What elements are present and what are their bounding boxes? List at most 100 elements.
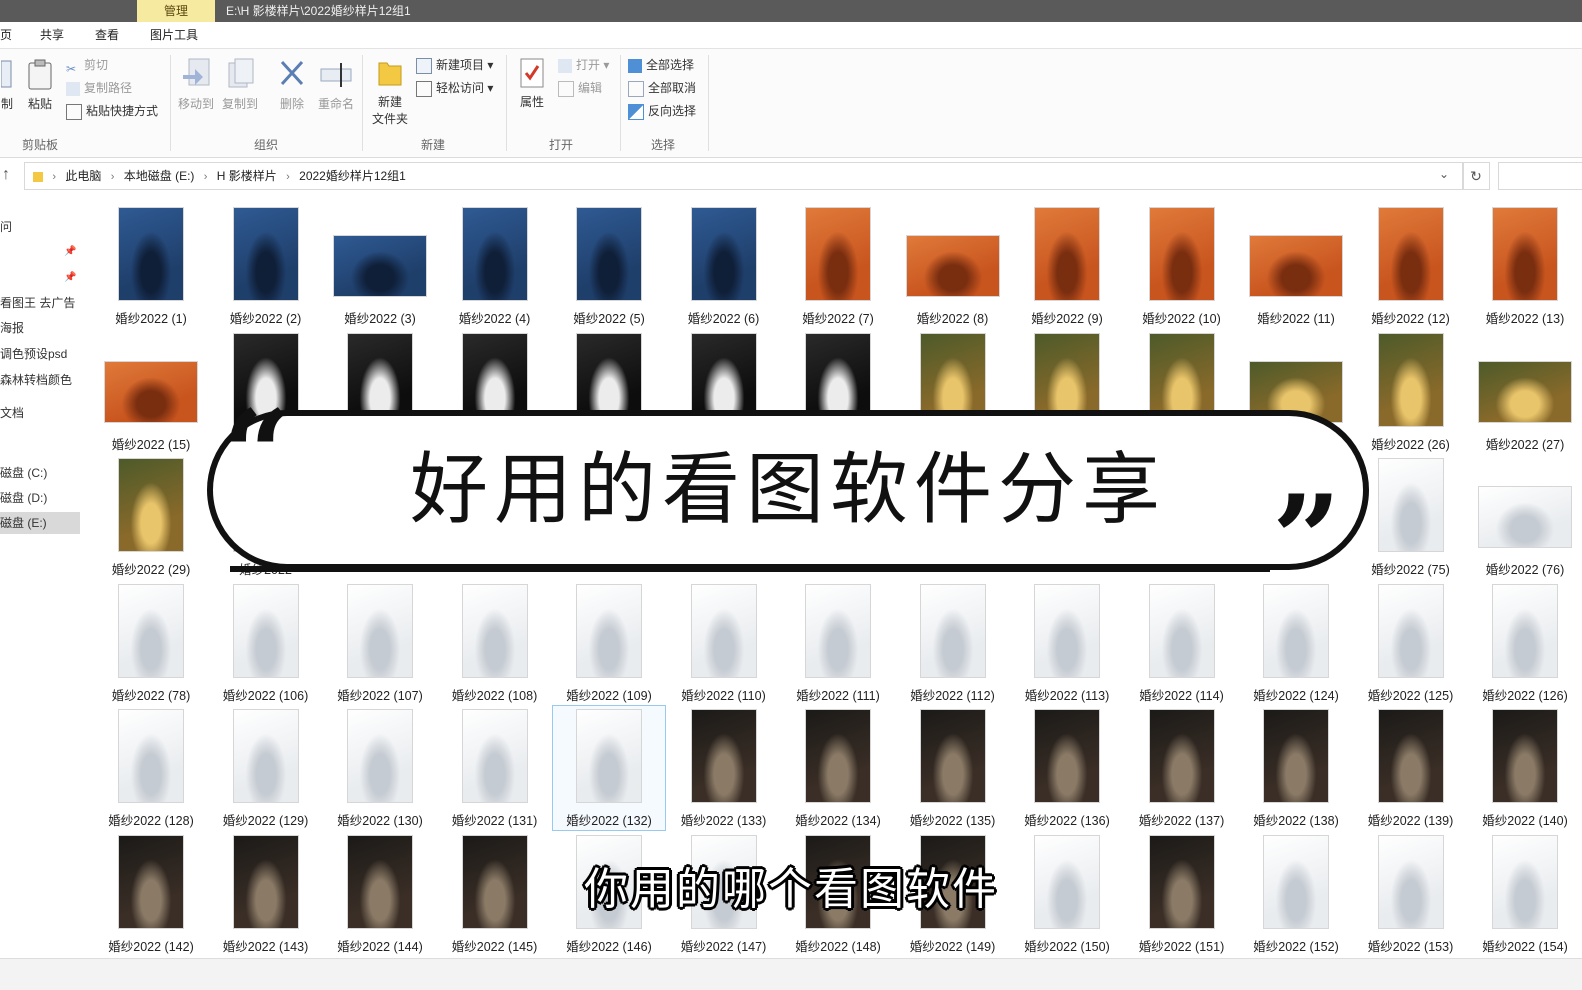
thumbnail-item[interactable]: 婚纱2022 (128) xyxy=(95,706,207,830)
search-input[interactable] xyxy=(1498,162,1582,190)
group-divider xyxy=(708,55,709,151)
thumbnail-item[interactable]: 婚纱2022 (7) xyxy=(782,204,894,328)
select-none-button[interactable]: 全部取消 xyxy=(628,78,696,98)
thumbnail-item[interactable]: 婚纱2022 (126) xyxy=(1469,581,1581,705)
thumbnail-item[interactable]: 婚纱2022 (12) xyxy=(1355,204,1467,328)
thumbnail-item[interactable]: 婚纱2022 (75) xyxy=(1355,455,1467,579)
thumbnail-item[interactable]: 婚纱2022 (108) xyxy=(439,581,551,705)
invert-selection-button[interactable]: 反向选择 xyxy=(628,101,696,121)
ribbon: 制 粘贴 ✂ 剪切 复制路径 粘贴快捷方式 剪贴板 移动到 复制到 删除 重命名 … xyxy=(0,49,1582,158)
tab-home[interactable]: 页 xyxy=(0,22,12,48)
nav-item-drive-e[interactable]: 磁盘 (E:) xyxy=(0,512,80,534)
thumbnail-item[interactable]: 婚纱2022 (130) xyxy=(324,706,436,830)
breadcrumb-this-pc[interactable]: 此电脑 xyxy=(65,169,101,183)
thumbnail-item[interactable]: 婚纱2022 (112) xyxy=(897,581,1009,705)
thumbnail-image xyxy=(233,208,298,300)
thumbnail-item[interactable]: 婚纱2022 (138) xyxy=(1240,706,1352,830)
tab-share[interactable]: 共享 xyxy=(40,22,64,48)
thumbnail-item[interactable]: 婚纱2022 (136) xyxy=(1011,706,1123,830)
up-arrow-icon[interactable]: ↑ xyxy=(2,166,10,184)
status-bar xyxy=(0,958,1582,990)
thumbnail-item[interactable]: 婚纱2022 (8) xyxy=(897,204,1009,328)
new-folder-button[interactable]: 新建 文件夹 xyxy=(368,57,412,127)
tab-picture-tools[interactable]: 图片工具 xyxy=(150,22,198,48)
address-bar[interactable]: › 此电脑 › 本地磁盘 (E:) › H 影楼样片 › 2022婚纱样片12组… xyxy=(24,162,1464,190)
thumbnail-item[interactable]: 婚纱2022 (135) xyxy=(897,706,1009,830)
copy-button[interactable]: 制 xyxy=(0,59,14,112)
thumbnail-item[interactable]: 婚纱2022 (140) xyxy=(1469,706,1581,830)
open-button[interactable]: 打开 ▾ xyxy=(558,55,609,75)
thumbnail-item[interactable]: 婚纱2022 (133) xyxy=(668,706,780,830)
thumbnail-grid: 婚纱2022 (1) 婚纱2022 (2) 婚纱2022 (3) 婚纱2022 (4)… xyxy=(95,196,1582,954)
thumbnail-item[interactable]: 婚纱2022 (9) xyxy=(1011,204,1123,328)
thumbnail-image xyxy=(1149,208,1214,300)
thumbnail-image xyxy=(119,459,183,551)
thumbnail-item[interactable]: 婚纱2022 (11) xyxy=(1240,204,1352,328)
edit-button[interactable]: 编辑 xyxy=(558,78,602,98)
select-all-button[interactable]: 全部选择 xyxy=(628,55,694,75)
thumbnail-caption: 婚纱2022 (5) xyxy=(573,312,645,326)
thumbnail-item[interactable]: 婚纱2022 (132) xyxy=(552,705,666,831)
thumbnail-item[interactable]: 婚纱2022 (78) xyxy=(95,581,207,705)
nav-item-drive-c[interactable]: 磁盘 (C:) xyxy=(0,462,80,484)
nav-item-forest-color[interactable]: 森林转档颜色 xyxy=(0,369,80,391)
nav-item-drive-d[interactable]: 磁盘 (D:) xyxy=(0,487,80,509)
thumbnail-item[interactable]: 婚纱2022 (29) xyxy=(95,455,207,579)
thumbnail-item[interactable]: 婚纱2022 (76) xyxy=(1469,455,1581,579)
group-divider xyxy=(506,55,507,151)
nav-item-viewer-ad[interactable]: 看图王 去广告 xyxy=(0,292,80,314)
refresh-button[interactable]: ↻ xyxy=(1462,162,1490,190)
nav-item-color-presets[interactable]: 调色预设psd xyxy=(0,343,80,365)
thumbnail-caption: 婚纱2022 (147) xyxy=(680,939,767,954)
cut-button[interactable]: ✂ 剪切 xyxy=(66,55,108,76)
thumbnail-item[interactable]: 婚纱2022 (6) xyxy=(668,204,780,328)
breadcrumb-drive-e[interactable]: 本地磁盘 (E:) xyxy=(124,169,195,183)
thumbnail-item[interactable]: 婚纱2022 (26) xyxy=(1355,330,1467,454)
breadcrumb-current-folder[interactable]: 2022婚纱样片12组1 xyxy=(299,169,406,183)
tab-view[interactable]: 查看 xyxy=(95,22,119,48)
thumbnail-item[interactable]: 婚纱2022 (15) xyxy=(95,330,207,454)
thumbnail-item[interactable]: 婚纱2022 (125) xyxy=(1355,581,1467,705)
paste-shortcut-button[interactable]: 粘贴快捷方式 xyxy=(66,101,158,121)
thumbnail-item[interactable]: 婚纱2022 (114) xyxy=(1126,581,1238,705)
thumbnail-item[interactable]: 婚纱2022 (10) xyxy=(1126,204,1238,328)
thumbnail-item[interactable]: 婚纱2022 (5) xyxy=(553,204,665,328)
paste-button[interactable]: 粘贴 xyxy=(24,59,56,112)
thumbnail-item[interactable]: 婚纱2022 (111) xyxy=(782,581,894,705)
rename-button[interactable]: 重命名 xyxy=(314,57,358,112)
thumbnail-item[interactable]: 婚纱2022 (110) xyxy=(668,581,780,705)
thumbnail-item[interactable]: 婚纱2022 (107) xyxy=(324,581,436,705)
breadcrumb-studio-samples[interactable]: H 影楼样片 xyxy=(217,169,277,183)
thumbnail-item[interactable]: 婚纱2022 (27) xyxy=(1469,330,1581,454)
thumbnail-item[interactable]: 婚纱2022 (137) xyxy=(1126,706,1238,830)
copy-path-button[interactable]: 复制路径 xyxy=(66,78,132,98)
easy-access-button[interactable]: 轻松访问 ▾ xyxy=(416,78,493,98)
properties-button[interactable]: 属性 xyxy=(512,57,552,110)
thumbnail-item[interactable]: 婚纱2022 (1) xyxy=(95,204,207,328)
move-to-icon xyxy=(183,58,210,86)
thumbnail-item[interactable]: 婚纱2022 (2) xyxy=(210,204,322,328)
thumbnail-item[interactable]: 婚纱2022 (134) xyxy=(782,706,894,830)
thumbnail-item[interactable]: 婚纱2022 (4) xyxy=(439,204,551,328)
manage-context-tab[interactable]: 管理 xyxy=(137,0,215,22)
thumbnail-item[interactable]: 婚纱2022 (109) xyxy=(553,581,665,705)
move-to-button[interactable]: 移动到 xyxy=(176,57,216,112)
thumbnail-item[interactable]: 婚纱2022 (131) xyxy=(439,706,551,830)
video-subtitle: 你用的哪个看图软件 xyxy=(584,864,998,915)
thumbnail-image xyxy=(906,236,999,296)
nav-item-poster[interactable]: 海报 xyxy=(0,317,80,339)
copy-to-button[interactable]: 复制到 xyxy=(220,57,260,112)
thumbnail-caption: 婚纱2022 (3) xyxy=(344,312,416,326)
thumbnail-item[interactable]: 婚纱2022 (106) xyxy=(210,581,322,705)
thumbnail-item[interactable]: 婚纱2022 (13) xyxy=(1469,204,1581,328)
properties-check-icon xyxy=(520,58,544,88)
nav-item-quick-access[interactable]: 问 xyxy=(0,216,80,238)
nav-item-documents[interactable]: 文档 xyxy=(0,402,80,424)
thumbnail-item[interactable]: 婚纱2022 (3) xyxy=(324,204,436,328)
chevron-down-icon[interactable]: ⌄ xyxy=(1439,167,1449,181)
thumbnail-item[interactable]: 婚纱2022 (139) xyxy=(1355,706,1467,830)
new-item-button[interactable]: 新建项目 ▾ xyxy=(416,55,493,75)
thumbnail-item[interactable]: 婚纱2022 (129) xyxy=(210,706,322,830)
delete-button[interactable]: 删除 xyxy=(274,57,310,112)
thumbnail-item[interactable]: 婚纱2022 (113) xyxy=(1011,581,1123,705)
